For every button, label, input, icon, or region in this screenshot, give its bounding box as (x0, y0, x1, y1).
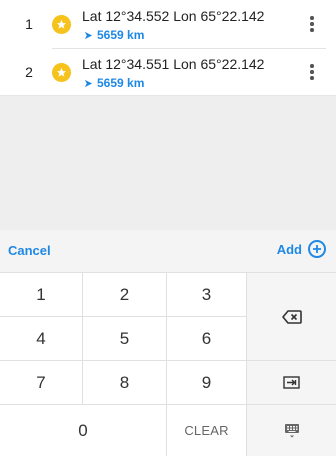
direction-arrow-icon (84, 31, 93, 39)
clear-key[interactable]: CLEAR (167, 405, 247, 456)
backspace-icon (281, 309, 302, 324)
item-index: 1 (25, 16, 33, 32)
key-1[interactable]: 1 (0, 273, 83, 317)
more-vert-icon[interactable] (302, 62, 322, 82)
add-button[interactable]: Add (277, 240, 326, 258)
add-circle-icon (308, 240, 326, 258)
direction-arrow-icon (84, 79, 93, 87)
key-7[interactable]: 7 (0, 361, 83, 405)
key-0[interactable]: 0 (0, 405, 167, 456)
key-8[interactable]: 8 (83, 361, 167, 405)
empty-list-area (0, 96, 336, 230)
item-coordinates: Lat 12°34.551 Lon 65°22.142 (82, 56, 265, 72)
key-9[interactable]: 9 (167, 361, 247, 405)
item-index: 2 (25, 64, 33, 80)
list-item[interactable]: 1 Lat 12°34.552 Lon 65°22.142 5659 km (0, 0, 336, 48)
cancel-button[interactable]: Cancel (8, 243, 51, 258)
distance-value: 5659 km (97, 76, 145, 90)
numeric-keypad: 1 2 3 4 5 6 7 8 9 0 CLEAR (0, 272, 336, 456)
item-distance: 5659 km (84, 28, 144, 42)
tab-key[interactable] (247, 361, 336, 405)
key-5[interactable]: 5 (83, 317, 167, 361)
tab-icon (283, 376, 300, 389)
item-coordinates: Lat 12°34.552 Lon 65°22.142 (82, 8, 265, 24)
key-4[interactable]: 4 (0, 317, 83, 361)
star-icon (52, 15, 71, 34)
more-vert-icon[interactable] (302, 14, 322, 34)
key-6[interactable]: 6 (167, 317, 247, 361)
backspace-key[interactable] (247, 273, 336, 361)
item-distance: 5659 km (84, 76, 144, 90)
star-icon (52, 63, 71, 82)
add-button-label: Add (276, 241, 302, 257)
key-3[interactable]: 3 (167, 273, 247, 317)
action-bar: Cancel Add (0, 230, 336, 272)
distance-value: 5659 km (97, 28, 145, 42)
list-item[interactable]: 2 Lat 12°34.551 Lon 65°22.142 5659 km (0, 48, 336, 96)
waypoint-list: 1 Lat 12°34.552 Lon 65°22.142 5659 km 2 … (0, 0, 336, 96)
key-2[interactable]: 2 (83, 273, 167, 317)
keyboard-key[interactable] (247, 405, 336, 456)
keyboard-icon (284, 423, 299, 437)
